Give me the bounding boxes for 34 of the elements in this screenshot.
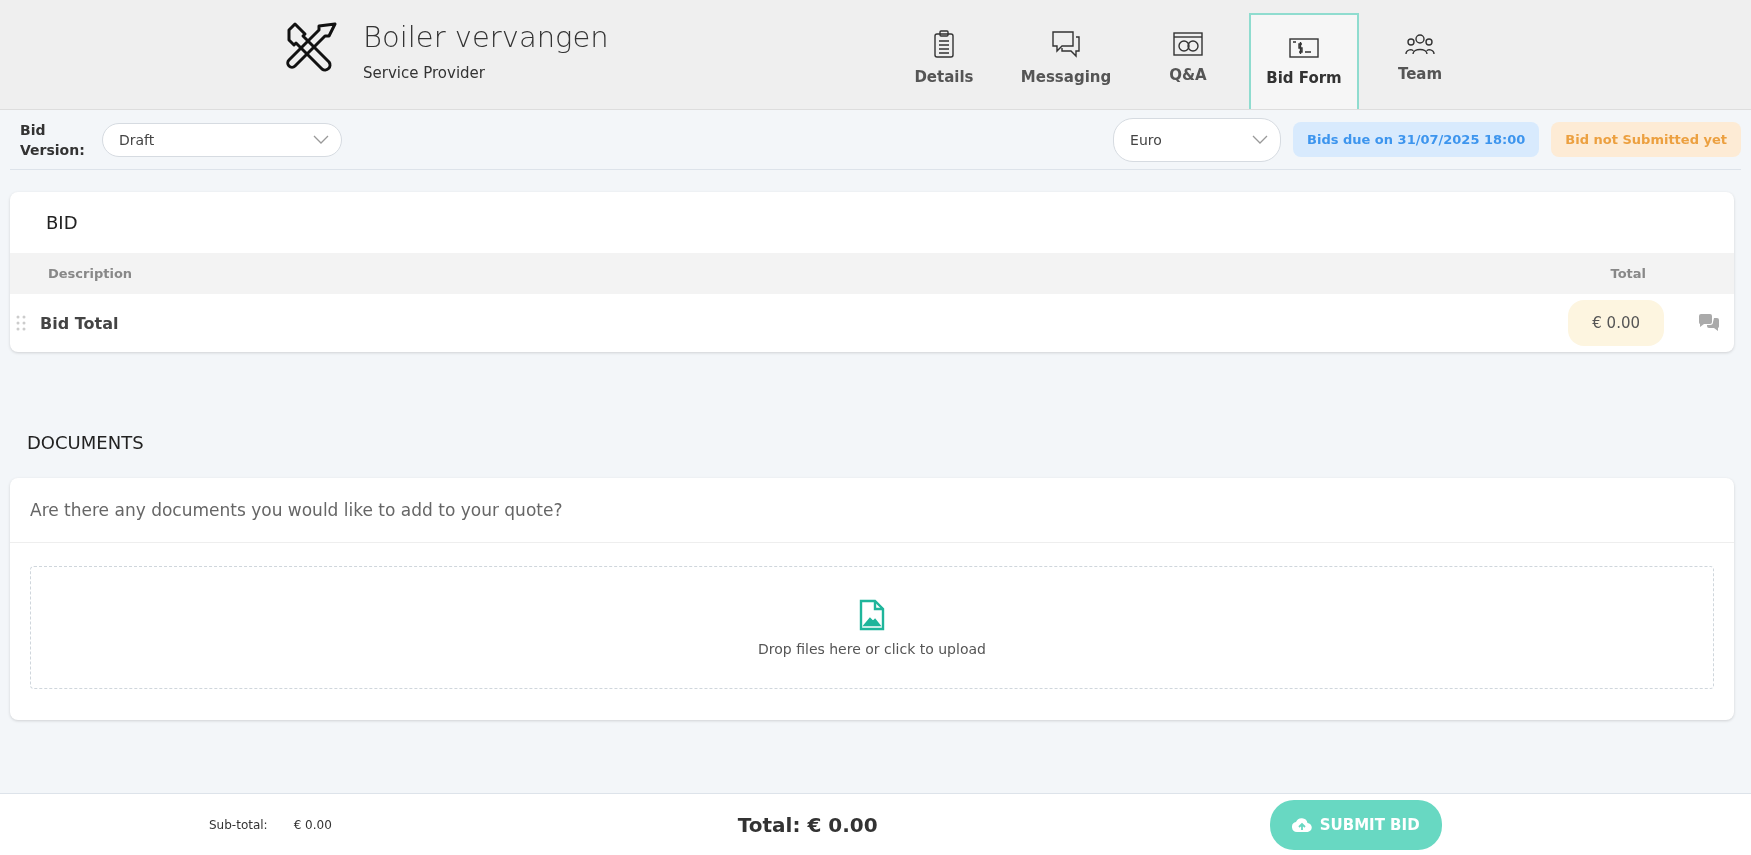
comments-icon[interactable] [1698,314,1720,332]
row-description: Bid Total [40,313,120,333]
nav-tab[interactable]: Details [883,13,1005,103]
currency-select[interactable]: Euro [1113,117,1282,162]
chat-bubbles-icon [1051,30,1081,58]
chevron-down-icon [313,134,329,145]
nav-tab[interactable]: Q&A [1127,13,1249,103]
bid-version-label: Bid Version: [20,120,86,160]
version-select[interactable]: Draft [102,122,342,157]
due-date-badge: Bids due on 31/07/2025 18:00 [1293,122,1540,157]
bid-title: BID [45,211,79,235]
people-icon [1405,33,1435,55]
file-dropzone[interactable]: Drop files here or click to upload [30,566,1714,689]
nav-tab[interactable]: Team [1359,13,1481,103]
chevron-down-icon [1252,134,1269,145]
image-file-icon [859,598,885,631]
cloud-upload-icon [1291,817,1312,832]
role-subtitle: Service Provider [363,64,486,82]
total-amount: € 0.00 [1568,300,1664,346]
subtotal-label: Sub-total: [209,817,268,832]
column-header: Total [1610,266,1646,281]
nav-tab[interactable]: Bid Form [1249,13,1359,109]
nav-tab[interactable]: Messaging [1005,13,1127,103]
drag-handle-icon[interactable] [16,315,26,331]
status-badge: Bid not Submitted yet [1551,122,1741,157]
project-title: Boiler vervangen [363,20,609,54]
qa-window-icon [1173,32,1203,56]
documents-title: DOCUMENTS [27,432,145,455]
documents-question: Are there any documents you would like to add to your quote? [10,478,1734,543]
banknote-icon [1289,37,1319,59]
column-header: Description [48,266,133,281]
clipboard-icon [933,30,955,58]
subtotal-value: € 0.00 [293,817,332,832]
grand-total: Total: € 0.00 [737,812,878,837]
